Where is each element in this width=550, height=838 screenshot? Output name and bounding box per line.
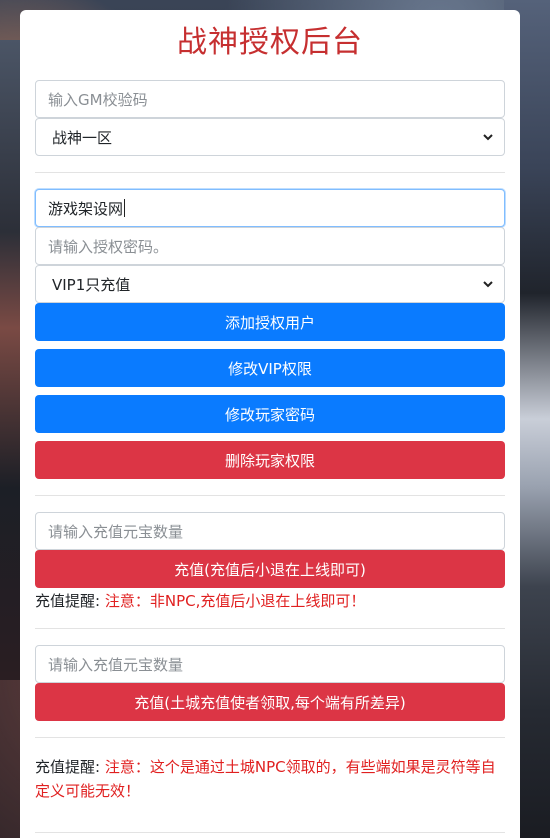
password-placeholder: 请输入授权密码。	[48, 237, 169, 256]
recharge-amount-input[interactable]: 请输入充值元宝数量	[35, 512, 505, 550]
recharge-button[interactable]: 充值(充值后小退在上线即可)	[35, 550, 505, 588]
username-value: 游戏架设网	[48, 199, 124, 218]
gm-code-input[interactable]: 输入GM校验码	[35, 80, 505, 118]
modify-password-button[interactable]: 修改玩家密码	[35, 395, 505, 433]
recharge-amount-placeholder: 请输入充值元宝数量	[48, 522, 184, 541]
divider	[35, 628, 505, 629]
npc-recharge-tip-text: 注意：这个是通过土城NPC领取的，有些端如果是灵符等自定义可能无效！	[35, 758, 496, 800]
divider	[35, 832, 505, 833]
username-input[interactable]: 游戏架设网	[35, 189, 505, 227]
npc-recharge-button[interactable]: 充值(土城充值使者领取,每个端有所差异)	[35, 683, 505, 721]
password-input[interactable]: 请输入授权密码。	[35, 227, 505, 265]
background-art-left	[0, 40, 22, 680]
npc-recharge-tip: 充值提醒: 注意：这个是通过土城NPC领取的，有些端如果是灵符等自定义可能无效！	[35, 755, 505, 803]
server-select[interactable]: 战神一区	[35, 118, 505, 156]
gm-code-placeholder: 输入GM校验码	[48, 90, 148, 109]
delete-user-button[interactable]: 删除玩家权限	[35, 441, 505, 479]
modify-vip-button[interactable]: 修改VIP权限	[35, 349, 505, 387]
npc-recharge-amount-placeholder: 请输入充值元宝数量	[48, 655, 184, 674]
vip-select-value: VIP1只充值	[52, 275, 131, 294]
divider	[35, 737, 505, 738]
server-select-value: 战神一区	[52, 128, 113, 147]
page-title: 战神授权后台	[177, 25, 363, 60]
chevron-down-icon	[483, 281, 493, 288]
admin-panel: 战神授权后台 输入GM校验码 战神一区 游戏架设网 请输入授权密码。 VIP1只…	[20, 10, 520, 838]
divider	[35, 495, 505, 496]
recharge-tip-text: 注意：非NPC,充值后小退在上线即可！	[104, 592, 366, 610]
divider	[35, 172, 505, 173]
recharge-tip: 充值提醒: 注意：非NPC,充值后小退在上线即可！	[35, 589, 505, 613]
npc-recharge-amount-input[interactable]: 请输入充值元宝数量	[35, 645, 505, 683]
text-cursor	[124, 199, 126, 217]
recharge-tip-label: 充值提醒:	[35, 592, 101, 610]
chevron-down-icon	[483, 134, 493, 141]
npc-recharge-tip-label: 充值提醒:	[35, 758, 101, 776]
vip-select[interactable]: VIP1只充值	[35, 265, 505, 303]
add-user-button[interactable]: 添加授权用户	[35, 303, 505, 341]
